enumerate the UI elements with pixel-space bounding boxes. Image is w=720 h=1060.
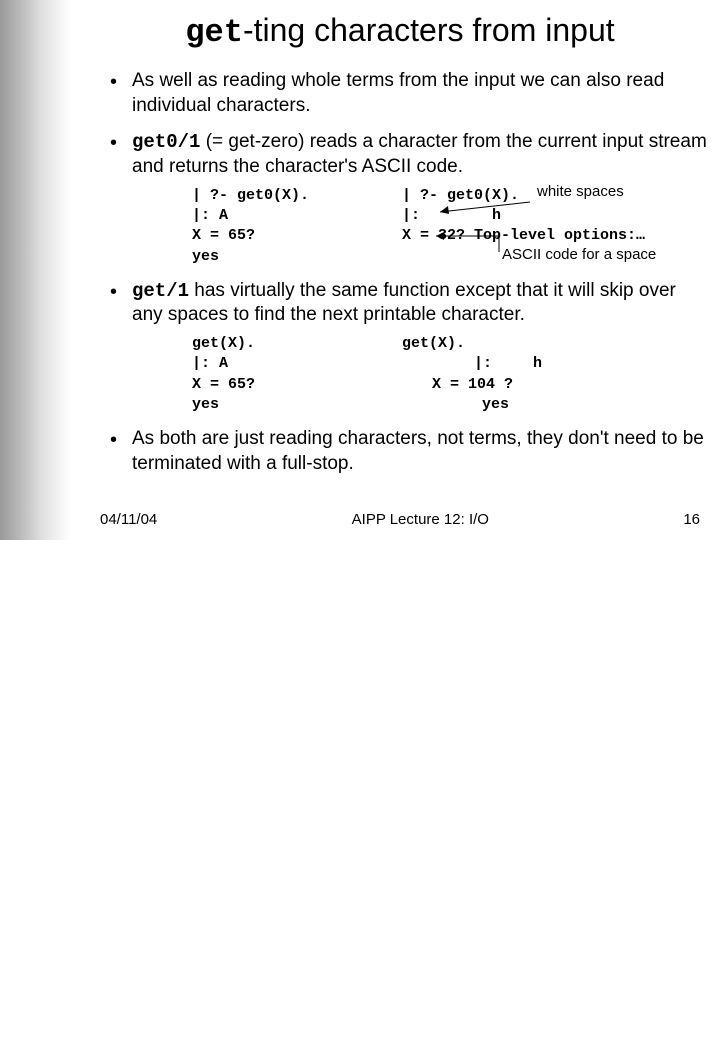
bullet-2-code: get0/1 — [132, 131, 200, 153]
code-block-2: get(X). |: A X = 65? yes get(X). |:h X =… — [192, 334, 710, 415]
code2-left-l4: yes — [192, 395, 402, 415]
code1-left: | ?- get0(X). |: A X = 65? yes — [192, 186, 402, 267]
code1-right: | ?- get0(X). |:h X = 32? Top-level opti… — [402, 186, 662, 267]
code1-left-l3: X = 65? — [192, 226, 402, 246]
arrow-icon — [422, 196, 532, 216]
title-mono: get — [185, 14, 243, 51]
code2-right-l2a: |: — [402, 354, 492, 374]
code2-left: get(X). |: A X = 65? yes — [192, 334, 402, 415]
code2-right-l2b: h — [492, 354, 542, 374]
bullet-2: get0/1 (= get-zero) reads a character fr… — [110, 130, 710, 266]
footer-date: 04/11/04 — [100, 511, 157, 528]
bullet-4-text: As both are just reading characters, not… — [132, 428, 704, 474]
code1-left-l1: | ?- get0(X). — [192, 186, 402, 206]
code2-left-l3: X = 65? — [192, 375, 402, 395]
bullet-3: get/1 has virtually the same function ex… — [110, 279, 710, 415]
bullet-1: As well as reading whole terms from the … — [110, 69, 710, 118]
sidebar-title: PROLOG — [0, 530, 8, 1060]
bullet-3-text: has virtually the same function except t… — [132, 280, 676, 326]
code-block-1: | ?- get0(X). |: A X = 65? yes | ?- get0… — [192, 186, 710, 267]
footer: 04/11/04 AIPP Lecture 12: I/O 16 — [100, 511, 700, 528]
bullet-1-text: As well as reading whole terms from the … — [132, 70, 664, 116]
code2-right-l1: get(X). — [402, 334, 662, 354]
annot-whitespaces: white spaces — [537, 182, 624, 202]
bullet-4: As both are just reading characters, not… — [110, 427, 710, 476]
annot-ascii: ASCII code for a space — [502, 245, 656, 265]
title-rest: -ting characters from input — [243, 12, 615, 48]
footer-page: 16 — [683, 511, 700, 528]
bullet-list: As well as reading whole terms from the … — [90, 69, 710, 477]
bullet-3-code: get/1 — [132, 280, 189, 302]
code2-right-l4: yes — [402, 395, 662, 415]
slide-title: get-ting characters from input — [90, 12, 710, 51]
code1-left-l2: |: A — [192, 206, 402, 226]
slide-content: get-ting characters from input As well a… — [90, 0, 710, 489]
bullet-2-text: (= get-zero) reads a character from the … — [132, 131, 707, 177]
footer-center: AIPP Lecture 12: I/O — [352, 511, 489, 528]
arrow-icon — [434, 234, 504, 254]
code2-right-l3: X = 104 ? — [402, 375, 662, 395]
code1-left-l4: yes — [192, 247, 402, 267]
code2-left-l1: get(X). — [192, 334, 402, 354]
code2-right: get(X). |:h X = 104 ? yes — [402, 334, 662, 415]
code2-left-l2: |: A — [192, 354, 402, 374]
sidebar: PROLOG — [0, 0, 70, 540]
